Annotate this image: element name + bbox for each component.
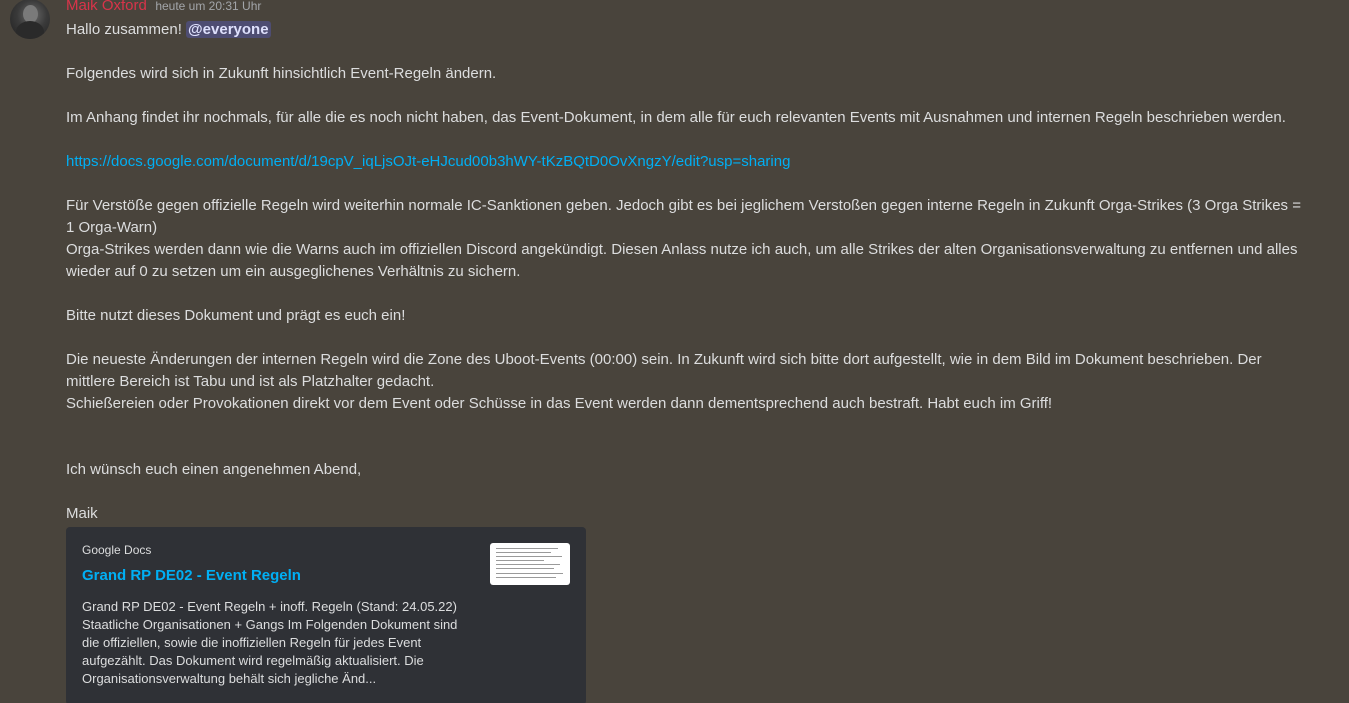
- link-embed: Google Docs Grand RP DE02 - Event Regeln…: [66, 527, 586, 703]
- paragraph-reminder: Bitte nutzt dieses Dokument und prägt es…: [66, 307, 406, 324]
- embed-title[interactable]: Grand RP DE02 - Event Regeln: [82, 567, 301, 584]
- paragraph-sanctions: Für Verstöße gegen offizielle Regeln wir…: [66, 197, 1306, 236]
- message-header: Maik Oxford heute um 20:31 Uhr: [66, 0, 261, 17]
- thumb-text-line: [496, 548, 558, 549]
- thumb-text-line: [496, 573, 563, 574]
- thumb-text-line: [496, 568, 554, 569]
- thumb-text-line: [496, 556, 562, 557]
- message-timestamp[interactable]: heute um 20:31 Uhr: [155, 0, 261, 13]
- author-name[interactable]: Maik Oxford: [66, 0, 147, 14]
- paragraph-intro: Folgendes wird sich in Zukunft hinsichtl…: [66, 65, 497, 82]
- everyone-mention[interactable]: @everyone: [186, 21, 271, 38]
- thumb-text-line: [496, 560, 544, 561]
- avatar[interactable]: [10, 0, 50, 39]
- document-thumbnail[interactable]: [490, 543, 570, 585]
- embed-description: Grand RP DE02 - Event Regeln + inoff. Re…: [82, 599, 458, 686]
- greeting-text: Hallo zusammen!: [66, 21, 187, 38]
- document-link[interactable]: https://docs.google.com/document/d/19cpV…: [66, 153, 790, 170]
- greeting-line: Hallo zusammen! @everyone: [66, 19, 1306, 41]
- message-content: Hallo zusammen! @everyone Folgendes wird…: [66, 19, 1306, 525]
- paragraph-uboot: Die neueste Änderungen der internen Rege…: [66, 351, 1266, 390]
- thumb-text-line: [496, 564, 560, 565]
- avatar-body: [16, 21, 44, 39]
- chat-message: Maik Oxford heute um 20:31 Uhr Hallo zus…: [0, 0, 1349, 703]
- thumb-text-line: [496, 552, 551, 553]
- link-line: https://docs.google.com/document/d/19cpV…: [66, 151, 1306, 173]
- paragraph-strikes: Orga-Strikes werden dann wie die Warns a…: [66, 241, 1302, 280]
- embed-provider[interactable]: Google Docs: [82, 543, 151, 557]
- paragraph-shootings: Schießereien oder Provokationen direkt v…: [66, 395, 1053, 412]
- closing-line: Ich wünsch euch einen angenehmen Abend,: [66, 461, 362, 478]
- thumb-text-line: [496, 577, 556, 578]
- paragraph-attachment: Im Anhang findet ihr nochmals, für alle …: [66, 109, 1286, 126]
- signature-line: Maik: [66, 505, 98, 522]
